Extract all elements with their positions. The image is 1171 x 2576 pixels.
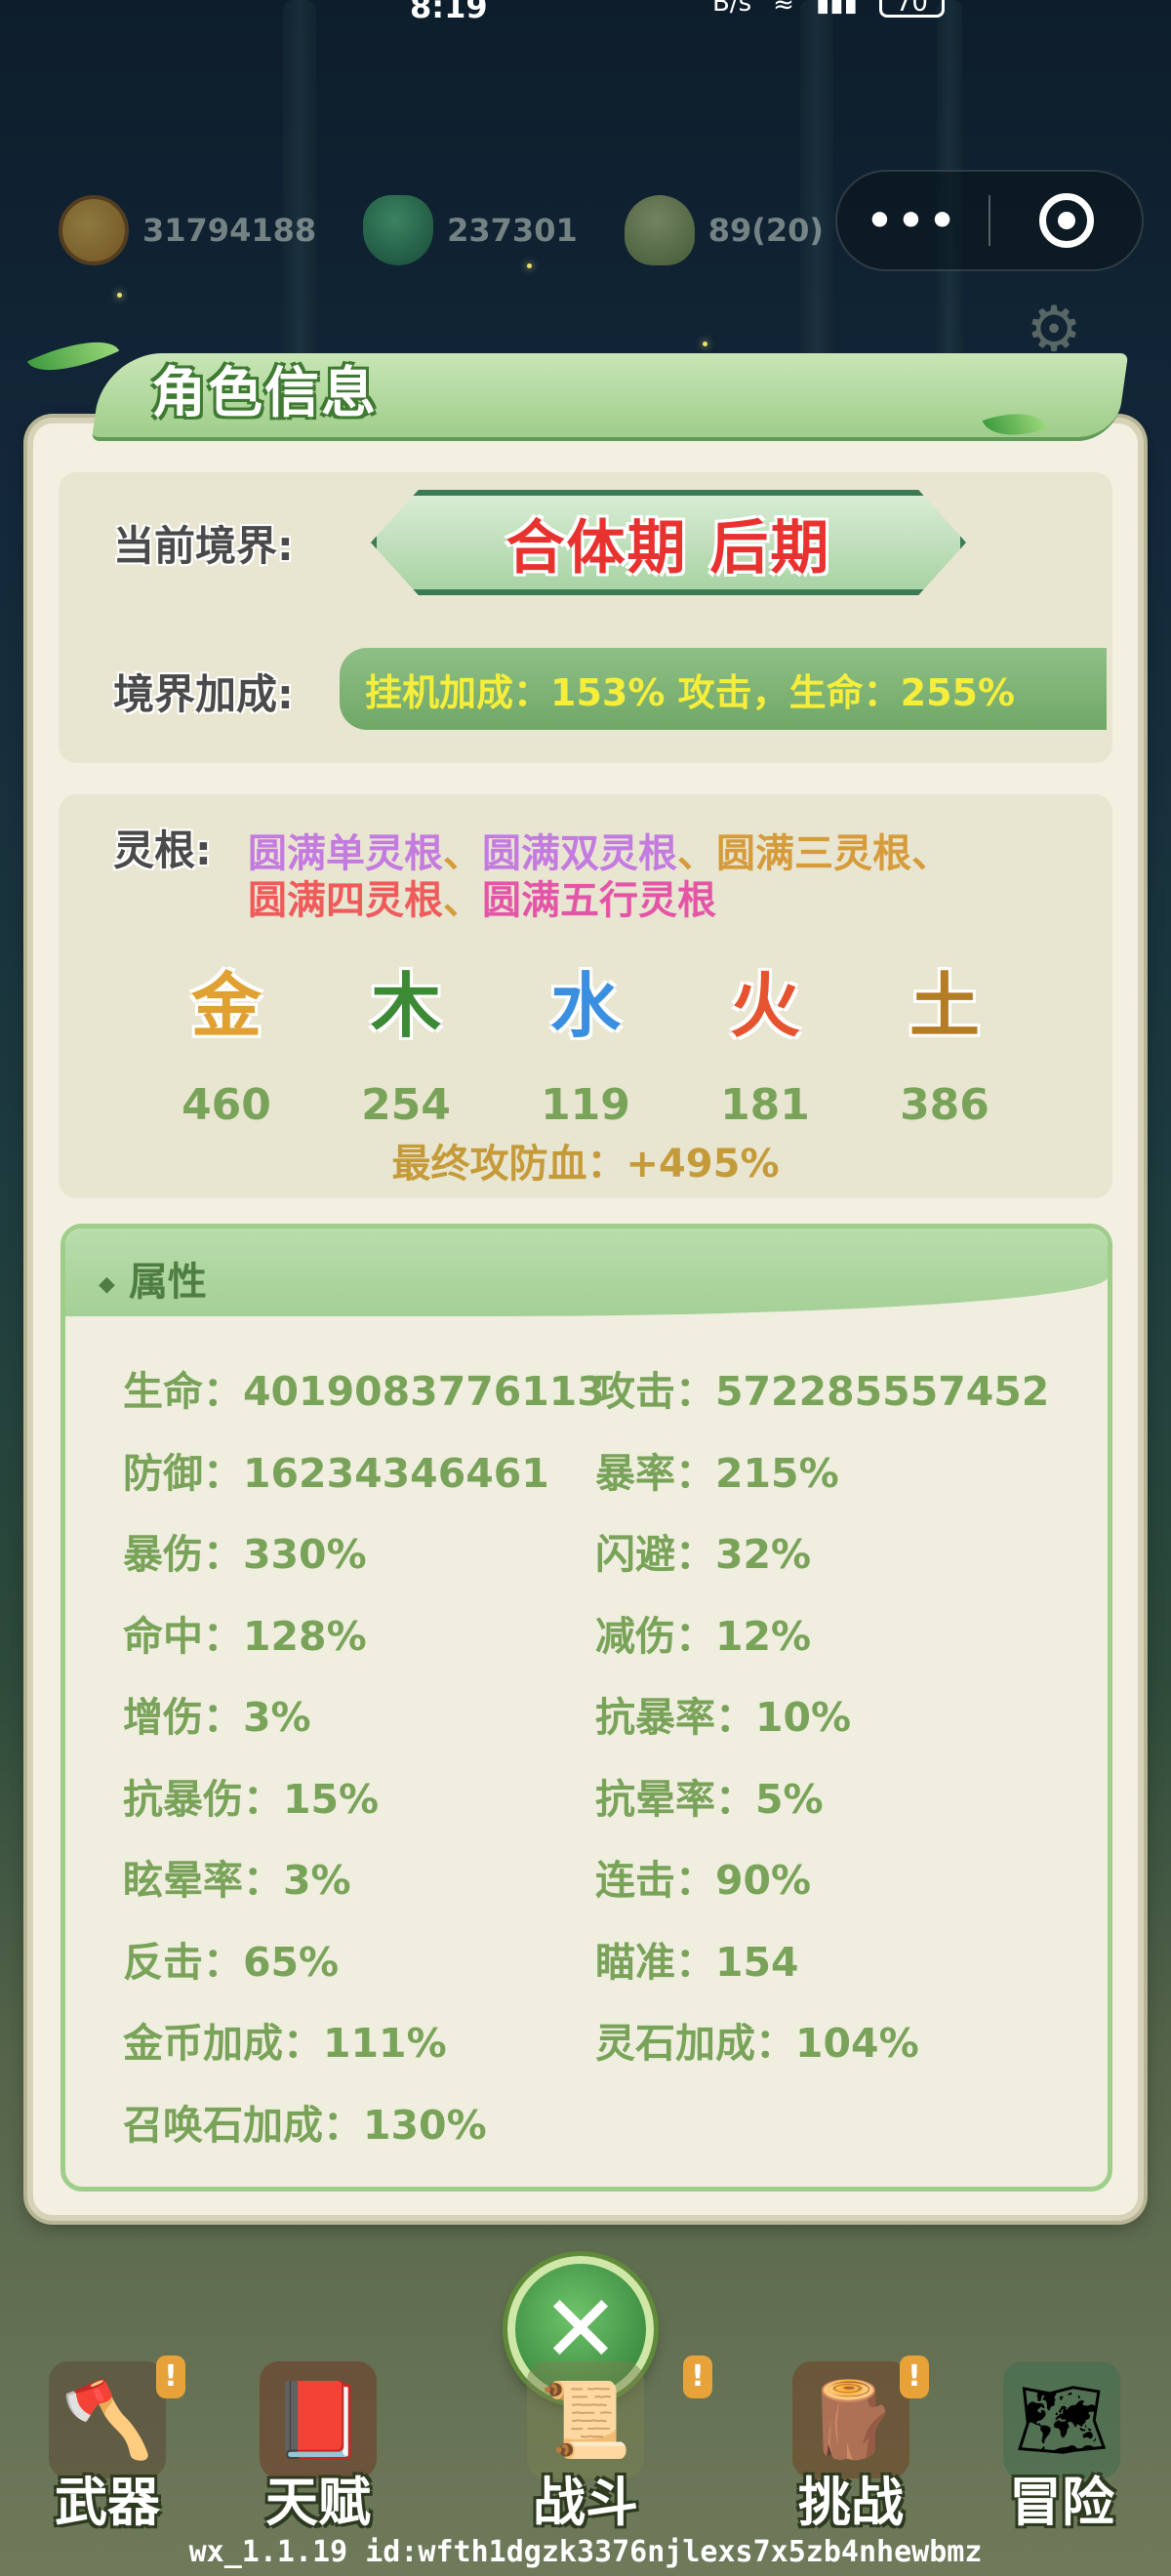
- diamond-icon: ◆: [99, 1271, 115, 1297]
- attr-counter: 反击：65%: [123, 1939, 340, 1986]
- attr-crit-damage-resist: 抗暴伤：15%: [123, 1776, 380, 1823]
- alert-badge: !: [683, 2355, 712, 2398]
- attr-summon-stone-bonus: 召唤石加成：130%: [123, 2102, 487, 2149]
- resource-bud: 89(20): [624, 195, 825, 265]
- spirit-root-label: 灵根:: [113, 826, 212, 874]
- attr-aim: 瞄准：154: [595, 1939, 799, 1986]
- battery-icon: 70: [878, 0, 945, 18]
- separator: 、: [443, 878, 482, 923]
- bottom-nav: 🪓 ! 武器 📕 天赋 📜 ! 战斗 🪵 ! 挑战 🗺 冒险: [0, 2342, 1171, 2556]
- resource-coin: 31794188: [59, 195, 316, 265]
- nav-label: 战斗: [533, 2472, 638, 2533]
- realm-value: 合体期 后期: [505, 513, 831, 583]
- metal-glyph: 金: [190, 965, 262, 1047]
- attr-spirit-stone-bonus: 灵石加成：104%: [595, 2020, 919, 2067]
- signal-icon: ▮▮▮: [815, 0, 858, 18]
- firefly: [703, 342, 707, 346]
- nav-label: 武器: [55, 2472, 160, 2533]
- attributes-title: ◆ 属性: [99, 1250, 207, 1307]
- nav-challenge[interactable]: 🪵 ! 挑战: [763, 2342, 939, 2537]
- status-time: 8:19: [410, 0, 488, 25]
- coin-count: 31794188: [142, 212, 317, 249]
- target-icon: [1038, 193, 1094, 248]
- attr-hp: 生命：4019083776113: [123, 1368, 605, 1415]
- attr-damage-reduction: 减伤：12%: [595, 1613, 812, 1660]
- nav-weapon[interactable]: 🪓 ! 武器: [20, 2342, 195, 2537]
- nav-adventure[interactable]: 🗺 冒险: [974, 2342, 1150, 2537]
- element-metal: 金 460: [168, 948, 285, 1130]
- metal-value: 460: [182, 1080, 271, 1130]
- resource-spirit-stone: 237301: [363, 195, 578, 265]
- wifi-icon: ≋: [773, 0, 794, 18]
- element-earth: 土 386: [886, 948, 1003, 1130]
- spirit-root-item: 圆满五行灵根: [482, 878, 716, 923]
- earth-glyph: 土: [909, 965, 980, 1047]
- element-fire: 火 181: [707, 948, 824, 1130]
- spirit-stone-count: 237301: [447, 212, 578, 249]
- leaf-decoration: [26, 324, 120, 388]
- realm-label: 当前境界:: [113, 522, 294, 570]
- spirit-root-item: 圆满四灵根: [248, 878, 443, 923]
- final-bonus: 最终攻防血：+495%: [391, 1142, 780, 1187]
- bud-count: 89(20): [707, 212, 825, 249]
- wood-glyph: 木: [370, 965, 441, 1047]
- attr-combo: 连击：90%: [595, 1857, 812, 1904]
- attr-stun-resist: 抗晕率：5%: [595, 1776, 824, 1823]
- attr-gold-bonus: 金币加成：111%: [123, 2020, 447, 2067]
- attributes-header: [65, 1228, 1108, 1316]
- nav-talent[interactable]: 📕 天赋: [230, 2342, 406, 2537]
- spirit-root-item: 圆满三灵根: [716, 831, 911, 876]
- panel-title: 角色信息: [151, 362, 378, 425]
- attr-crit-damage: 暴伤：330%: [123, 1531, 367, 1578]
- attr-crit-resist: 抗暴率：10%: [595, 1694, 852, 1741]
- alert-badge: !: [900, 2355, 929, 2398]
- attributes-title-text: 属性: [128, 1260, 207, 1305]
- firefly: [117, 293, 122, 298]
- alert-badge: !: [156, 2355, 185, 2398]
- resource-bar: 31794188 237301 89(20): [59, 183, 870, 277]
- water-glyph: 水: [549, 965, 621, 1047]
- element-water: 水 119: [527, 948, 644, 1130]
- miniprogram-capsule: •••: [835, 170, 1144, 271]
- bud-icon: [624, 195, 695, 265]
- attr-crit-rate: 暴率：215%: [595, 1450, 839, 1497]
- water-value: 119: [541, 1080, 630, 1130]
- nav-battle[interactable]: 📜 ! 战斗: [498, 2342, 712, 2537]
- status-icons: B/s ≋ ▮▮▮ 70: [712, 0, 945, 18]
- nav-label: 冒险: [1009, 2472, 1114, 2533]
- attr-hit: 命中：128%: [123, 1613, 367, 1660]
- nav-label: 挑战: [798, 2472, 904, 2533]
- wood-value: 254: [361, 1080, 451, 1130]
- realm-plate: 合体期 后期: [371, 490, 966, 595]
- bonus-value: 挂机加成：153% 攻击，生命：255%: [365, 670, 1016, 714]
- attr-dodge: 闪避：32%: [595, 1531, 812, 1578]
- spirit-stone-icon: [363, 195, 434, 265]
- net-speed: B/s: [712, 0, 752, 18]
- attr-stun-rate: 眩晕率：3%: [123, 1857, 351, 1904]
- status-bar: 8:19 B/s ≋ ▮▮▮ 70: [0, 0, 1171, 29]
- attr-damage-increase: 增伤：3%: [123, 1694, 311, 1741]
- attr-attack: 攻击：572285557452: [595, 1368, 1050, 1415]
- separator: 、: [911, 831, 950, 876]
- fire-value: 181: [720, 1080, 810, 1130]
- element-wood: 木 254: [347, 948, 464, 1130]
- build-id: wx_1.1.19 id:wfth1dgzk3376njlexs7x5zb4nh…: [188, 2535, 983, 2569]
- bonus-label: 境界加成:: [113, 670, 294, 718]
- earth-value: 386: [900, 1080, 989, 1130]
- attr-defense: 防御：16234346461: [123, 1450, 549, 1497]
- exit-miniprogram-button[interactable]: [990, 193, 1142, 248]
- coin-icon: [59, 195, 129, 265]
- nav-label: 天赋: [265, 2472, 371, 2533]
- fire-glyph: 火: [729, 965, 800, 1047]
- spirit-root-line-2: 圆满四灵根、圆满五行灵根: [248, 868, 716, 925]
- more-menu-button[interactable]: •••: [837, 196, 989, 246]
- settings-gear-icon[interactable]: ⚙: [1023, 299, 1085, 361]
- bonus-bar: 挂机加成：153% 攻击，生命：255%: [340, 648, 1107, 730]
